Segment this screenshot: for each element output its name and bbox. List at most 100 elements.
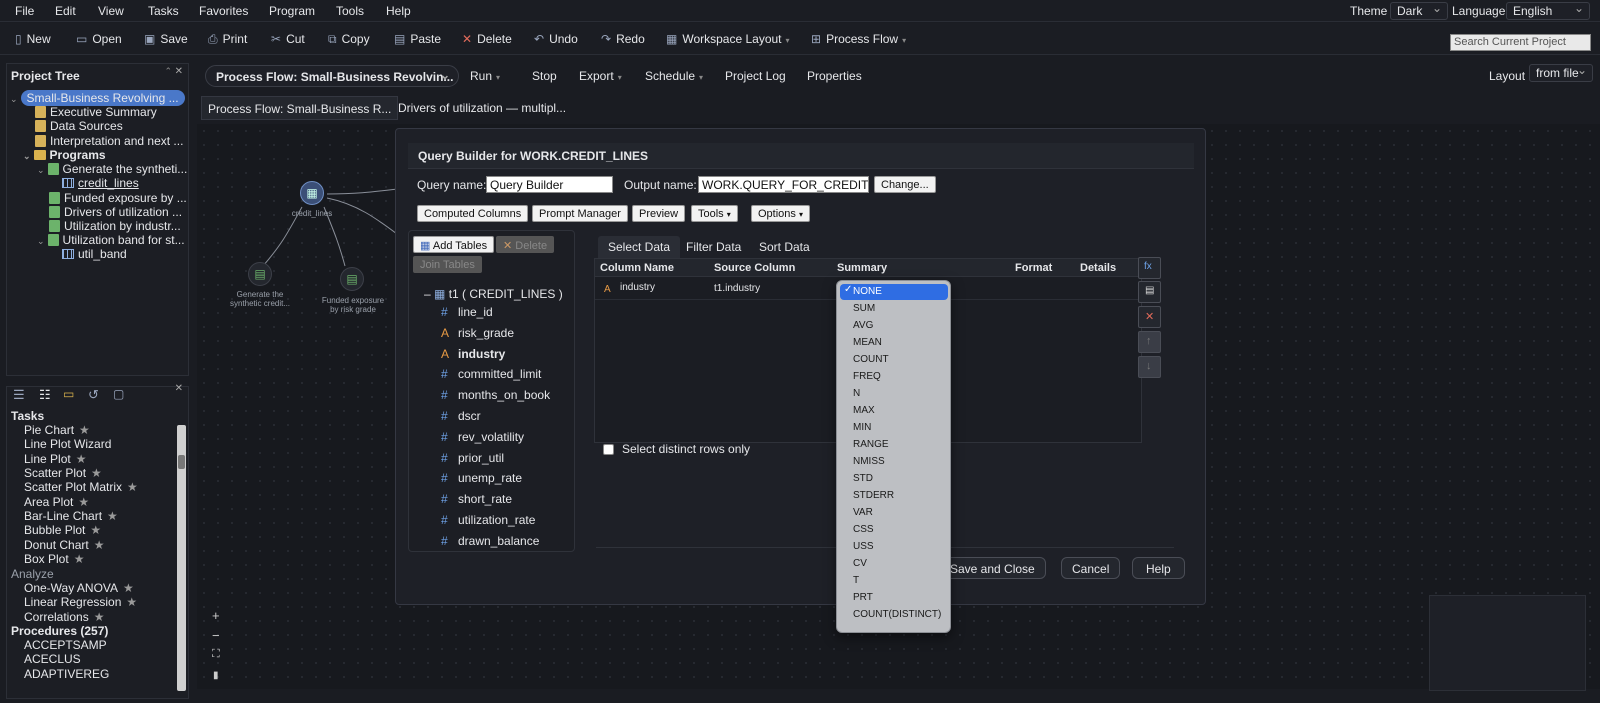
menu-help[interactable]: Help — [386, 4, 411, 18]
menu-view[interactable]: View — [98, 4, 124, 18]
computed-columns-button[interactable]: Computed Columns — [417, 205, 529, 222]
move-down-side-button[interactable]: ↓ — [1138, 356, 1161, 378]
summary-option[interactable]: MEAN — [853, 337, 882, 348]
column-item[interactable]: Arisk_grade — [441, 326, 514, 340]
minimap[interactable] — [1429, 595, 1586, 691]
delete-table-button[interactable]: ✕ Delete — [496, 236, 555, 253]
star-icon[interactable]: ★ — [107, 509, 118, 523]
scrollbar-thumb[interactable] — [178, 455, 185, 469]
menu-file[interactable]: File — [15, 4, 34, 18]
procedure-item[interactable]: ACCEPTSAMP — [24, 638, 107, 652]
star-icon[interactable]: ★ — [94, 538, 105, 552]
language-select[interactable]: English — [1506, 1, 1590, 20]
summary-option[interactable]: NONE — [853, 286, 882, 297]
summary-option[interactable]: STDERR — [853, 490, 894, 501]
tab-filter-data[interactable]: Filter Data — [676, 236, 751, 258]
scrollbar[interactable] — [177, 425, 186, 691]
task-item[interactable]: Donut Chart ★ — [24, 538, 104, 552]
folder-icon[interactable]: ▭ — [63, 387, 74, 401]
undo-button[interactable]: ↶ Undo — [534, 32, 578, 46]
search-input[interactable]: Search Current Project — [1450, 34, 1591, 51]
summary-option[interactable]: FREQ — [853, 371, 881, 382]
column-item[interactable]: # utilization_rate — [441, 513, 535, 527]
theme-select[interactable]: Dark — [1390, 1, 1448, 20]
prompt-manager-button[interactable]: Prompt Manager — [532, 205, 628, 222]
project-log-button[interactable]: Project Log — [725, 69, 786, 83]
menu-program[interactable]: Program — [269, 4, 315, 18]
redo-button[interactable]: ↷ Redo — [601, 32, 645, 46]
tasks-list-icon[interactable]: ☷ — [39, 387, 51, 403]
history-icon[interactable]: ↺ — [88, 387, 99, 403]
menu-tools[interactable]: Tools — [336, 4, 364, 18]
close-icon[interactable]: ✕ — [175, 383, 183, 394]
zoom-in-icon[interactable]: + — [212, 608, 220, 623]
properties-side-button[interactable]: ▤ — [1138, 281, 1161, 303]
cut-button[interactable]: ✂ Cut — [271, 32, 305, 46]
task-item[interactable]: Linear Regression ★ — [24, 595, 137, 609]
program-node-icon[interactable]: ▤ — [340, 267, 364, 291]
task-item[interactable]: Box Plot ★ — [24, 552, 84, 566]
tree-item-funded[interactable]: Funded exposure by ... — [49, 191, 187, 205]
tree-item-utilization-industry[interactable]: Utilization by industr... — [49, 219, 181, 233]
zoom-out-icon[interactable]: − — [212, 628, 220, 643]
star-icon[interactable]: ★ — [76, 452, 87, 466]
run-button[interactable]: Run ▾ — [470, 69, 500, 83]
tree-item-generate[interactable]: ⌄ Generate the syntheti... — [37, 162, 187, 176]
save-and-close-button[interactable]: Save and Close — [939, 557, 1046, 579]
move-up-side-button[interactable]: ↑ — [1138, 331, 1161, 353]
save-button[interactable]: ▣ Save — [144, 32, 188, 46]
tree-item-util-band[interactable]: util_band — [62, 247, 127, 261]
tree-item-drivers[interactable]: Drivers of utilization ... — [49, 205, 182, 219]
join-tables-button[interactable]: Join Tables — [413, 256, 482, 273]
column-item[interactable]: # months_on_book — [441, 388, 550, 402]
close-icon[interactable]: ✕ — [175, 66, 183, 77]
copy-button[interactable]: ⧉ Copy — [328, 32, 370, 47]
star-icon[interactable]: ★ — [78, 495, 89, 509]
star-icon[interactable]: ★ — [79, 423, 90, 437]
task-item[interactable]: Line Plot ★ — [24, 452, 86, 466]
paste-button[interactable]: ▤ Paste — [394, 32, 441, 46]
lock-icon[interactable]: ▮ — [213, 670, 219, 681]
column-item[interactable]: # unemp_rate — [441, 471, 522, 485]
summary-option[interactable]: MIN — [853, 422, 871, 433]
summary-option[interactable]: USS — [853, 541, 874, 552]
schedule-button[interactable]: Schedule ▾ — [645, 69, 703, 83]
summary-option[interactable]: N — [853, 388, 860, 399]
tree-root[interactable]: ⌄ Small-Business Revolving ... — [10, 90, 185, 106]
summary-option[interactable]: COUNT(DISTINCT) — [853, 609, 941, 620]
table-node-icon[interactable]: ▦ — [300, 181, 324, 205]
summary-option[interactable]: CSS — [853, 524, 874, 535]
summary-option[interactable]: STD — [853, 473, 873, 484]
preview-button[interactable]: Preview — [632, 205, 686, 222]
tab-select-data[interactable]: Select Data — [598, 236, 681, 258]
tree-item-data-sources[interactable]: Data Sources — [35, 119, 123, 133]
tools-button[interactable]: Tools ▾ — [691, 205, 738, 222]
tab-drivers[interactable]: Drivers of utilization — multipl... — [392, 96, 572, 120]
tree-item-executive-summary[interactable]: Executive Summary — [35, 105, 157, 119]
cancel-button[interactable]: Cancel — [1061, 557, 1121, 579]
star-icon[interactable]: ★ — [94, 610, 105, 624]
distinct-rows-checkbox[interactable] — [603, 444, 614, 455]
print-button[interactable]: ⎙ Print — [208, 32, 247, 47]
summary-option[interactable]: T — [853, 575, 859, 586]
task-item[interactable]: Area Plot ★ — [24, 495, 89, 509]
stop-button[interactable]: Stop — [532, 69, 557, 83]
summary-option[interactable]: SUM — [853, 303, 875, 314]
tree-item-interpretation[interactable]: Interpretation and next ... — [35, 134, 183, 148]
column-item[interactable]: # committed_limit — [441, 367, 541, 381]
procedure-item[interactable]: ACECLUS — [24, 652, 81, 666]
change-button[interactable]: Change... — [874, 176, 936, 193]
column-item[interactable]: # short_rate — [441, 492, 512, 506]
star-icon[interactable]: ★ — [91, 466, 102, 480]
summary-option[interactable]: AVG — [853, 320, 873, 331]
row-column-name[interactable]: industry — [620, 282, 655, 293]
summary-option[interactable]: CV — [853, 558, 867, 569]
tab-sort-data[interactable]: Sort Data — [749, 236, 820, 258]
query-name-input[interactable]: Query Builder — [486, 176, 613, 193]
star-icon[interactable]: ★ — [123, 581, 134, 595]
summary-option[interactable]: NMISS — [853, 456, 885, 467]
column-item[interactable]: # drawn_balance — [441, 534, 539, 548]
delete-side-button[interactable]: ✕ — [1138, 306, 1161, 328]
layout-select[interactable]: from file — [1529, 63, 1593, 82]
procedure-item[interactable]: ADAPTIVEREG — [24, 667, 109, 681]
